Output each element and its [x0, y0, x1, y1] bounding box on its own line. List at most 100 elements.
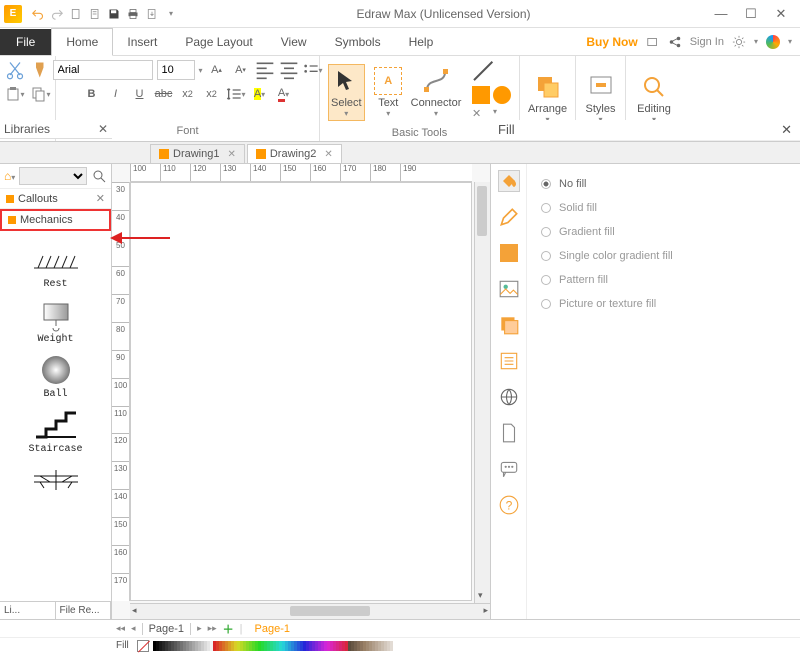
drawing-canvas[interactable] — [130, 182, 472, 601]
shape-weight[interactable]: Weight — [4, 298, 107, 345]
layers-icon[interactable] — [498, 314, 520, 336]
horizontal-scrollbar[interactable]: ◂ ▸ — [130, 603, 490, 619]
help-icon[interactable]: ? — [498, 494, 520, 516]
page-icon[interactable] — [498, 422, 520, 444]
buy-now-link[interactable]: Buy Now — [586, 35, 637, 49]
font-size-input[interactable] — [157, 60, 195, 80]
page-nav-next-icon[interactable]: ▸ — [197, 623, 202, 634]
arrange-tool[interactable]: Arrange ▾ — [526, 71, 569, 126]
open-doc-icon[interactable] — [87, 6, 103, 22]
italic-icon[interactable]: I — [106, 84, 126, 104]
editing-tool[interactable]: Editing ▾ — [634, 71, 674, 126]
close-button[interactable]: ✕ — [768, 4, 794, 24]
fill-option-nofill[interactable]: No fill — [539, 172, 788, 196]
fill-option-single-gradient[interactable]: Single color gradient fill — [539, 244, 788, 268]
new-doc-icon[interactable] — [68, 6, 84, 22]
square-shape-icon[interactable] — [472, 86, 490, 104]
styles-tool[interactable]: Styles ▾ — [584, 71, 618, 126]
gear-dropdown-icon[interactable]: ▾ — [754, 37, 758, 46]
circle-shape-icon[interactable] — [493, 86, 511, 104]
fill-option-solid[interactable]: Solid fill — [539, 196, 788, 220]
grow-font-icon[interactable]: A▴ — [207, 60, 227, 80]
copy-icon[interactable]: ▾ — [31, 84, 51, 104]
file-menu[interactable]: File — [0, 29, 51, 55]
sign-in-link[interactable]: Sign In — [690, 36, 724, 48]
print-icon[interactable] — [125, 6, 141, 22]
tab-symbols[interactable]: Symbols — [321, 29, 395, 55]
doctab-drawing1[interactable]: Drawing1✕ — [150, 144, 245, 163]
shape-ball[interactable]: Ball — [4, 353, 107, 400]
gear-icon[interactable] — [732, 35, 746, 49]
tab-page-layout[interactable]: Page Layout — [171, 29, 266, 55]
globe-icon[interactable] — [498, 386, 520, 408]
doctab-close-icon[interactable]: ✕ — [324, 149, 332, 160]
comment-icon[interactable] — [498, 458, 520, 480]
image-icon[interactable] — [498, 278, 520, 300]
cart-icon[interactable] — [646, 35, 660, 49]
page-nav-prev-icon[interactable]: ◂ — [131, 623, 136, 634]
lib-bottom-tab-1[interactable]: Li... — [0, 602, 56, 619]
libraries-close-icon[interactable]: ✕ — [98, 122, 108, 136]
share-icon[interactable] — [668, 35, 682, 49]
qat-dropdown-icon[interactable]: ▾ — [163, 6, 179, 22]
shape-staircase[interactable]: Staircase — [4, 408, 107, 455]
shape-truss[interactable] — [4, 463, 107, 497]
lib-bottom-tab-2[interactable]: File Re... — [56, 602, 112, 619]
superscript-icon[interactable]: x2 — [202, 84, 222, 104]
redo-icon[interactable] — [49, 6, 65, 22]
undo-icon[interactable] — [30, 6, 46, 22]
tab-insert[interactable]: Insert — [113, 29, 171, 55]
fill-bucket-icon[interactable] — [498, 170, 520, 192]
font-name-input[interactable] — [53, 60, 153, 80]
minimize-button[interactable]: — — [708, 4, 734, 24]
format-painter-icon[interactable] — [31, 60, 51, 80]
fill-panel-close-icon[interactable]: ✕ — [781, 122, 792, 138]
page-nav-last-icon[interactable]: ▸▸ — [208, 623, 217, 634]
tab-help[interactable]: Help — [395, 29, 448, 55]
page-tab-1b[interactable]: Page-1 — [249, 623, 296, 635]
library-category-callouts[interactable]: Callouts ✕ — [0, 189, 111, 209]
paste-icon[interactable]: ▾ — [5, 84, 25, 104]
library-select[interactable] — [19, 167, 87, 185]
align-center-icon[interactable] — [279, 60, 299, 80]
library-home-icon[interactable]: ⌂▾ — [4, 169, 15, 183]
strikethrough-icon[interactable]: abc — [154, 84, 174, 104]
page-nav-first-icon[interactable]: ◂◂ — [116, 623, 125, 634]
logo-dropdown-icon[interactable]: ▾ — [788, 37, 792, 46]
subscript-icon[interactable]: x2 — [178, 84, 198, 104]
list-icon[interactable] — [498, 350, 520, 372]
pen-icon[interactable] — [498, 206, 520, 228]
select-tool[interactable]: Select ▾ — [328, 64, 365, 121]
library-category-mechanics[interactable]: Mechanics — [0, 209, 111, 231]
edraw-logo-icon[interactable] — [766, 35, 780, 49]
text-tool[interactable]: A Text ▾ — [371, 65, 406, 120]
tab-view[interactable]: View — [267, 29, 321, 55]
vertical-scrollbar[interactable]: ▴ ▾ — [474, 182, 490, 603]
save-icon[interactable] — [106, 6, 122, 22]
shape-rest[interactable]: Rest — [4, 243, 107, 290]
doctab-drawing2[interactable]: Drawing2✕ — [247, 144, 342, 163]
no-color-icon[interactable] — [137, 640, 149, 652]
align-left-icon[interactable] — [255, 60, 275, 80]
export-icon[interactable] — [144, 6, 160, 22]
underline-icon[interactable]: U — [130, 84, 150, 104]
fill-option-texture[interactable]: Picture or texture fill — [539, 292, 788, 316]
highlight-icon[interactable]: A▾ — [250, 84, 270, 104]
fill-option-pattern[interactable]: Pattern fill — [539, 268, 788, 292]
solid-color-icon[interactable] — [498, 242, 520, 264]
x-shape-icon[interactable]: ✕ — [472, 107, 490, 125]
font-size-caret[interactable]: ▾ — [199, 66, 203, 75]
fill-option-gradient[interactable]: Gradient fill — [539, 220, 788, 244]
font-color-icon[interactable]: A▾ — [274, 84, 294, 104]
bold-icon[interactable]: B — [82, 84, 102, 104]
add-page-icon[interactable]: ＋ — [223, 621, 234, 637]
connector-tool[interactable]: Connector ▾ — [412, 65, 460, 120]
color-swatches[interactable] — [153, 641, 393, 651]
page-tab-1[interactable]: Page-1 — [142, 623, 191, 635]
maximize-button[interactable]: ☐ — [738, 4, 764, 24]
cut-icon[interactable] — [5, 60, 25, 80]
category-close-icon[interactable]: ✕ — [96, 192, 105, 205]
library-search-icon[interactable] — [91, 168, 107, 184]
spacing-icon[interactable]: ▾ — [226, 84, 246, 104]
shrink-font-icon[interactable]: A▾ — [231, 60, 251, 80]
